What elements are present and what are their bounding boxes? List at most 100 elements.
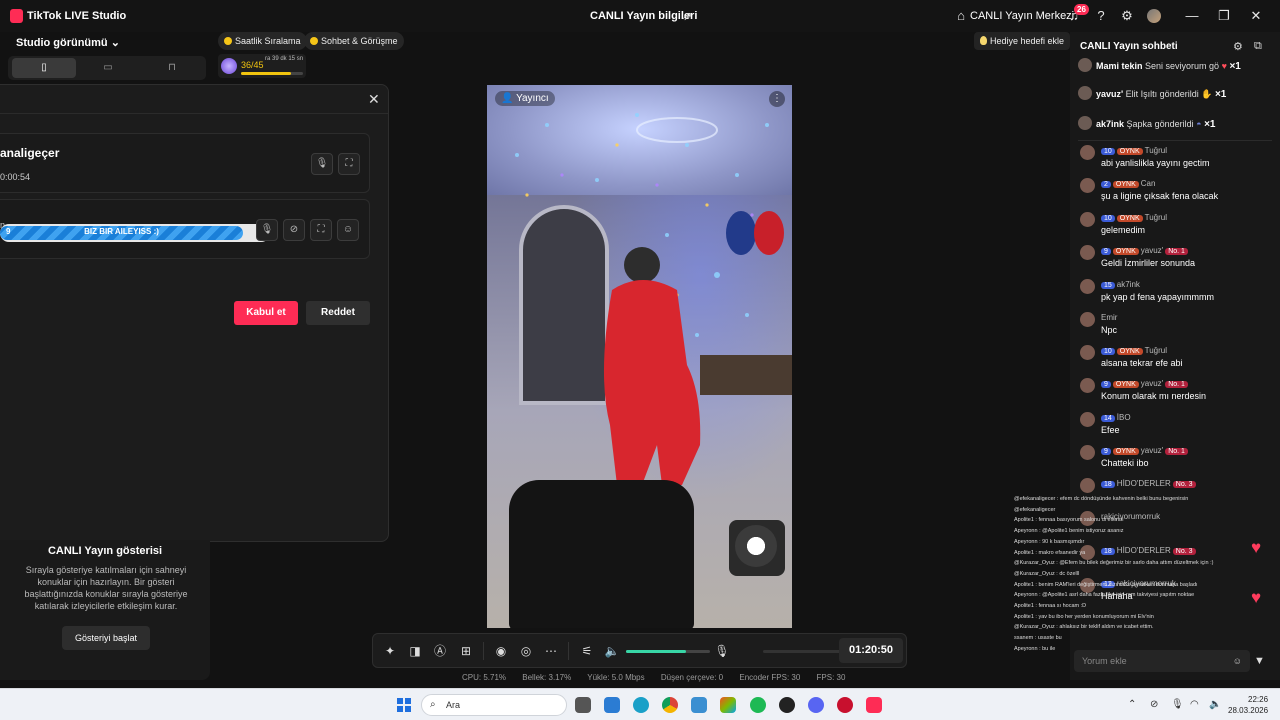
- start-show-button[interactable]: Gösteriyi başlat: [62, 626, 150, 650]
- host-badge-label: Yayıncı: [516, 93, 549, 104]
- guest-time: 0:00:54: [0, 172, 31, 182]
- avatar: [1080, 145, 1095, 160]
- network-off-icon[interactable]: ⊘: [1150, 699, 1158, 710]
- chair: [509, 480, 694, 628]
- filter-icon[interactable]: ▼: [1254, 655, 1265, 667]
- chat-username[interactable]: yavuz': [1141, 246, 1163, 255]
- chat-username[interactable]: Can: [1141, 179, 1156, 188]
- camera-off-icon[interactable]: ⊘: [283, 219, 305, 241]
- share-icon[interactable]: ⇗: [682, 9, 692, 23]
- gear-icon[interactable]: ⚙: [1233, 40, 1243, 53]
- speaker-icon[interactable]: 🔈: [604, 643, 620, 659]
- boxing-gloves: [726, 211, 784, 255]
- maximize-icon[interactable]: ❐: [1216, 8, 1232, 24]
- add-gift-goal-button[interactable]: Hediye hedefi ekle: [974, 32, 1071, 50]
- chat-text: Npc: [1101, 325, 1118, 335]
- chevron-up-icon[interactable]: ⌃: [1128, 699, 1136, 710]
- fullscreen-icon[interactable]: ⛶: [310, 219, 332, 241]
- spotify-icon[interactable]: [750, 697, 766, 713]
- chat-call-chip[interactable]: Sohbet & Görüşme: [304, 32, 404, 50]
- speaker-icon[interactable]: 🔈: [1209, 699, 1221, 710]
- live-center-link[interactable]: CANLI Yayın Merkezi: [970, 10, 1074, 22]
- avatar: [1078, 116, 1092, 130]
- upload-stat: Yükle: 5.0 Mbps: [587, 673, 645, 682]
- more-icon[interactable]: ⋯: [543, 643, 559, 659]
- gear-icon[interactable]: ⚙: [1119, 8, 1135, 24]
- chat-meta: 10 OYNK Tuğrul: [1101, 213, 1167, 222]
- hourly-ranking-chip[interactable]: Saatlik Sıralama: [218, 32, 307, 50]
- discord-icon[interactable]: [808, 697, 824, 713]
- chat-username[interactable]: Tuğrul: [1145, 346, 1167, 355]
- popout-icon[interactable]: ⧉: [1254, 40, 1262, 53]
- chrome-icon[interactable]: [662, 697, 678, 713]
- comment-input[interactable]: Yorum ekle ☺: [1074, 650, 1250, 672]
- overlay-log-line: Apolite1 : yav bu ibo her yerden konumlu…: [1014, 613, 1154, 620]
- accept-button[interactable]: Kabul et: [234, 301, 298, 325]
- settings-sliders-icon[interactable]: ⚟: [579, 643, 595, 659]
- overlay-chat-log: @efekanaligecer : efem dc döndüşünde kah…: [1014, 494, 1264, 655]
- chat-username[interactable]: Tuğrul: [1145, 213, 1167, 222]
- magic-wand-icon[interactable]: ✦: [382, 643, 398, 659]
- chat-text: Chatteki ibo: [1101, 458, 1149, 468]
- wifi-icon[interactable]: ◠: [1190, 699, 1199, 710]
- help-icon[interactable]: ?: [1093, 8, 1109, 24]
- home-icon[interactable]: ⌂: [953, 8, 969, 24]
- close-icon[interactable]: ✕: [1248, 8, 1264, 24]
- record-icon[interactable]: ◉: [493, 643, 509, 659]
- replay-icon[interactable]: ◎: [518, 643, 534, 659]
- clock-time: 22:26: [1248, 695, 1269, 704]
- user-icon[interactable]: ☺: [337, 219, 359, 241]
- chat-meta: 18 HİDO'DERLER No. 3: [1101, 479, 1196, 488]
- mic-icon[interactable]: 🎙: [256, 219, 278, 241]
- effects-icon[interactable]: ◨: [407, 643, 423, 659]
- chat-username[interactable]: Emir: [1101, 313, 1117, 322]
- mic-icon[interactable]: 🎙: [714, 643, 730, 659]
- locked-view-icon[interactable]: ⊓: [140, 58, 204, 78]
- outlook-icon[interactable]: [604, 697, 620, 713]
- chat-username[interactable]: Tuğrul: [1145, 146, 1167, 155]
- settings-app-icon[interactable]: [691, 697, 707, 713]
- media-player-icon[interactable]: [837, 697, 853, 713]
- chat-username[interactable]: yavuz': [1141, 446, 1163, 455]
- mic-icon[interactable]: 🎙: [311, 153, 333, 175]
- emoji-icon[interactable]: ☺: [1233, 650, 1242, 672]
- portrait-view-icon[interactable]: ▯: [12, 58, 76, 78]
- fullscreen-icon[interactable]: ⛶: [338, 153, 360, 175]
- close-icon[interactable]: ✕: [368, 91, 380, 108]
- add-source-icon[interactable]: ⊞: [458, 643, 474, 659]
- avatar[interactable]: [1147, 9, 1161, 23]
- trophy-icon: [224, 37, 232, 45]
- chat-username[interactable]: ak7ink: [1117, 280, 1140, 289]
- more-icon[interactable]: ⋮: [769, 91, 785, 107]
- reject-button[interactable]: Reddet: [306, 301, 370, 325]
- overlay-log-line: @efekanaligecer: [1014, 506, 1056, 513]
- taskbar-search[interactable]: ⌕ Ara: [421, 694, 567, 716]
- mic-level-slider[interactable]: [763, 650, 843, 653]
- divider: [568, 642, 569, 660]
- notification-badge: 26: [1074, 4, 1089, 15]
- chat-username[interactable]: yavuz': [1141, 379, 1163, 388]
- level-progress[interactable]: 36/45 ra 39 dk 15 sn: [218, 54, 306, 78]
- camera-pip[interactable]: [729, 520, 785, 576]
- live-video-preview[interactable]: 👤 Yayıncı ⋮: [487, 85, 792, 628]
- level-badge: 10: [1101, 215, 1115, 222]
- system-clock[interactable]: 22:26 28.03.2026: [1228, 694, 1268, 716]
- landscape-view-icon[interactable]: ▭: [76, 58, 140, 78]
- copilot-icon[interactable]: [720, 697, 736, 713]
- edge-icon[interactable]: [633, 697, 649, 713]
- minimize-icon[interactable]: —: [1184, 8, 1200, 24]
- host-badge: 👤 Yayıncı: [495, 91, 555, 106]
- task-view-icon[interactable]: [575, 697, 591, 713]
- title-bar: TikTok LIVE Studio CANLI Yayın bilgileri…: [0, 0, 1280, 32]
- chat-username[interactable]: HİDO'DERLER: [1117, 479, 1171, 488]
- windows-start-icon[interactable]: [397, 698, 411, 712]
- chat-meta: 15 ak7ink: [1101, 280, 1140, 289]
- volume-slider[interactable]: [626, 650, 710, 653]
- ai-icon[interactable]: Ⓐ: [432, 643, 448, 659]
- tiktok-live-studio-icon[interactable]: [866, 697, 882, 713]
- steam-icon[interactable]: [779, 697, 795, 713]
- chat-username[interactable]: İBO: [1117, 413, 1131, 422]
- mic-icon[interactable]: 🎙: [1171, 699, 1184, 710]
- chip-label: Sohbet & Görüşme: [321, 36, 398, 46]
- studio-view-dropdown[interactable]: Studio görünümü ⌄: [16, 36, 120, 49]
